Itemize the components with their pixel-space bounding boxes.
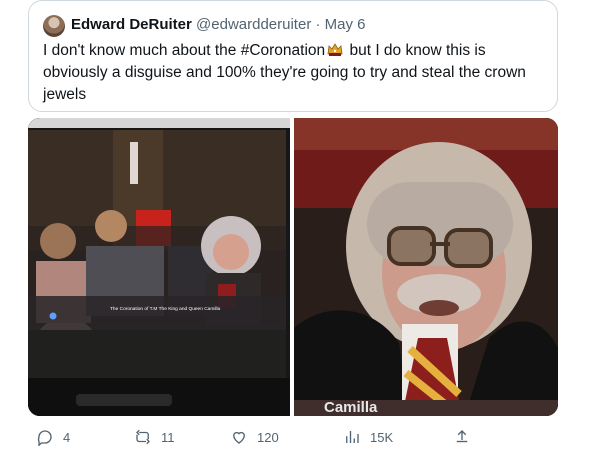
reply-count: 4 bbox=[63, 429, 71, 445]
retweet-icon bbox=[136, 429, 150, 445]
tweet-text-part1: I don't know much about the #Coronation bbox=[43, 42, 326, 59]
tweet-actions: 4 11 120 15K bbox=[28, 428, 558, 452]
reply-button[interactable]: 4 bbox=[36, 428, 70, 446]
author-name[interactable]: Edward DeRuiter bbox=[71, 16, 192, 33]
closeup-image: Camilla bbox=[294, 118, 558, 416]
avatar[interactable] bbox=[43, 15, 65, 37]
crown-icon bbox=[327, 42, 343, 56]
views-button[interactable]: 15K bbox=[343, 428, 393, 446]
reply-icon bbox=[37, 430, 52, 446]
tweet-card[interactable]: Edward DeRuiter @edwardderuiter · May 6 … bbox=[28, 0, 558, 112]
like-button[interactable]: 120 bbox=[230, 428, 279, 446]
share-icon bbox=[456, 430, 468, 443]
retweet-button[interactable]: 11 bbox=[134, 428, 175, 446]
like-count: 120 bbox=[257, 429, 279, 445]
tweet-header: Edward DeRuiter @edwardderuiter · May 6 bbox=[71, 16, 366, 33]
right-caption-text: Camilla bbox=[324, 399, 378, 416]
share-button[interactable] bbox=[453, 428, 471, 446]
views-count: 15K bbox=[370, 429, 394, 445]
separator-dot: · bbox=[315, 16, 321, 33]
heart-icon bbox=[233, 431, 245, 444]
retweet-count: 11 bbox=[161, 429, 175, 445]
tv-caption-text: The Coronation of T.M The King and Queen… bbox=[110, 306, 221, 312]
author-handle[interactable]: @edwardderuiter bbox=[196, 16, 311, 33]
tv-screen-image: The Coronation of T.M The King and Queen… bbox=[28, 118, 290, 416]
tweet-text: I don't know much about the #Coronation … bbox=[43, 40, 548, 106]
tv-photo-left[interactable]: The Coronation of T.M The King and Queen… bbox=[28, 118, 290, 416]
tweet-date[interactable]: May 6 bbox=[325, 16, 366, 33]
tweet-media[interactable]: The Coronation of T.M The King and Queen… bbox=[28, 118, 558, 416]
tv-photo-right[interactable]: Camilla bbox=[294, 118, 558, 416]
bar-chart-icon bbox=[346, 431, 359, 443]
